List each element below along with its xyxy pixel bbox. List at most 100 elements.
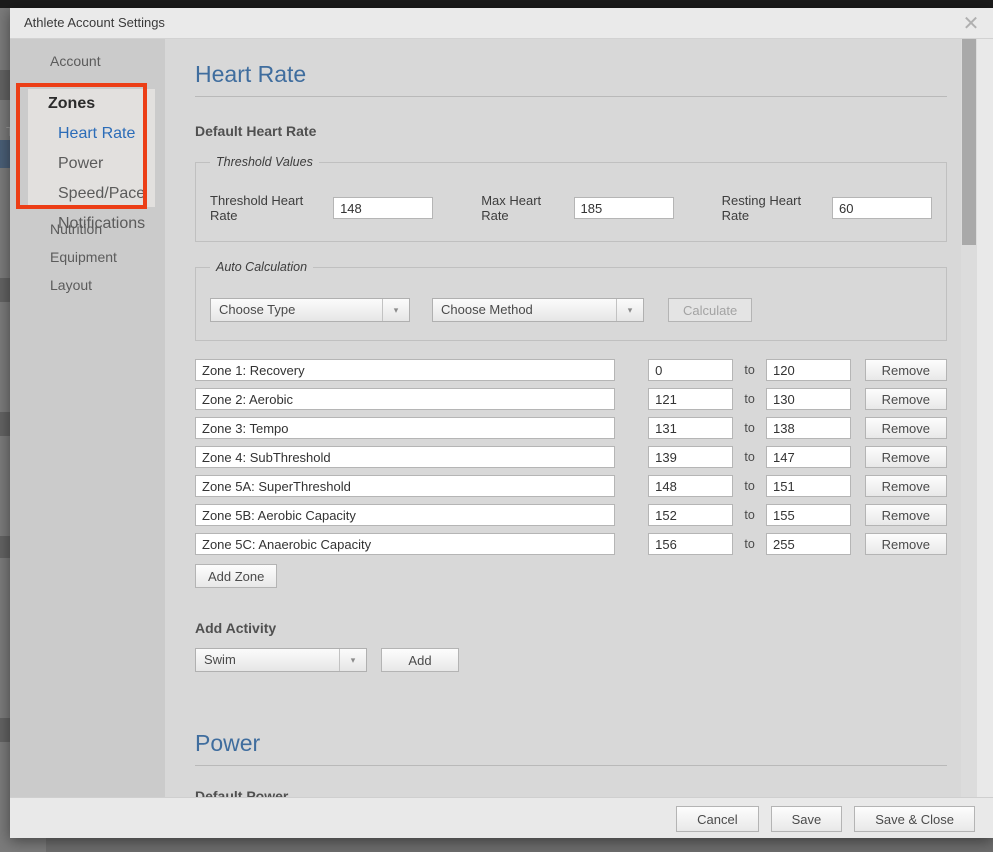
zone-row: to Remove — [195, 359, 948, 381]
zone-name-input[interactable] — [195, 417, 616, 439]
remove-zone-button[interactable]: Remove — [864, 446, 948, 468]
remove-zone-button[interactable]: Remove — [864, 533, 948, 555]
chevron-down-icon: ▾ — [382, 299, 409, 321]
zone-to-label: to — [744, 421, 755, 435]
auto-calculation-group: Auto Calculation Choose Type ▾ Choose Me… — [195, 260, 947, 341]
choose-type-value: Choose Type — [219, 302, 296, 317]
zone-rows-list: to Remove to Remove — [195, 359, 948, 555]
sidebar-item-zones[interactable]: Zones — [28, 89, 155, 119]
content-scrollbar-thumb[interactable] — [962, 39, 976, 245]
choose-type-select[interactable]: Choose Type ▾ — [210, 298, 410, 322]
resting-heart-rate-input[interactable] — [832, 197, 932, 219]
zone-to-label: to — [744, 537, 755, 551]
sidebar-top-nav: Account — [10, 47, 165, 75]
sidebar-item-account[interactable]: Account — [10, 47, 165, 75]
zone-row: to Remove — [195, 475, 948, 497]
activity-select[interactable]: Swim ▾ — [195, 648, 367, 672]
zone-name-input[interactable] — [195, 359, 616, 381]
remove-zone-button[interactable]: Remove — [864, 417, 948, 439]
zone-to-label: to — [744, 392, 755, 406]
zone-to-label: to — [744, 479, 755, 493]
auto-calculation-legend: Auto Calculation — [216, 260, 308, 274]
zone-to-label: to — [744, 508, 755, 522]
remove-zone-button[interactable]: Remove — [864, 504, 948, 526]
close-icon[interactable]: ✕ — [959, 12, 983, 36]
add-activity-title: Add Activity — [195, 620, 277, 636]
zone-from-input[interactable] — [648, 533, 734, 555]
remove-zone-button[interactable]: Remove — [864, 359, 948, 381]
backdrop-topbar — [0, 0, 993, 8]
modal-body: Account Zones Heart Rate Power Speed/Pac… — [10, 39, 993, 798]
power-section: Power Default Power — [195, 730, 947, 798]
zone-to-input[interactable] — [766, 359, 852, 381]
sidebar-item-nutrition[interactable]: Nutrition — [10, 215, 165, 243]
zone-to-input[interactable] — [766, 446, 852, 468]
sidebar: Account Zones Heart Rate Power Speed/Pac… — [10, 39, 165, 798]
threshold-values-group: Threshold Values Threshold Heart Rate Ma… — [195, 155, 947, 242]
zone-name-input[interactable] — [195, 504, 616, 526]
sidebar-group-zones: Zones Heart Rate Power Speed/Pace Notifi… — [28, 89, 155, 232]
calculate-button[interactable]: Calculate — [668, 298, 753, 322]
footer-actions: Cancel Save Save & Close — [676, 806, 975, 832]
add-activity-section: Add Activity Swim ▾ Add — [195, 620, 947, 672]
zone-to-label: to — [744, 450, 755, 464]
resting-heart-rate-label: Resting Heart Rate — [721, 193, 802, 223]
zone-name-input[interactable] — [195, 533, 616, 555]
power-divider — [195, 765, 947, 766]
zone-row: to Remove — [195, 533, 948, 555]
threshold-heart-rate-input[interactable] — [333, 197, 434, 219]
modal-footer: Cancel Save Save & Close — [10, 797, 993, 838]
sidebar-item-equipment[interactable]: Equipment — [10, 243, 165, 271]
save-and-close-button[interactable]: Save & Close — [854, 806, 975, 832]
choose-method-value: Choose Method — [441, 302, 533, 317]
power-title: Power — [195, 730, 261, 756]
zone-from-input[interactable] — [648, 388, 734, 410]
zone-to-input[interactable] — [766, 417, 852, 439]
remove-zone-button[interactable]: Remove — [864, 475, 948, 497]
zone-from-input[interactable] — [648, 504, 734, 526]
zone-from-input[interactable] — [648, 417, 734, 439]
chevron-down-icon: ▾ — [339, 649, 366, 671]
cancel-button[interactable]: Cancel — [676, 806, 759, 832]
sidebar-bottom-nav: Nutrition Equipment Layout — [10, 215, 165, 299]
add-activity-button[interactable]: Add — [381, 648, 459, 672]
threshold-values-legend: Threshold Values — [216, 155, 313, 169]
zone-name-input[interactable] — [195, 388, 616, 410]
zone-to-input[interactable] — [766, 388, 852, 410]
zone-from-input[interactable] — [648, 359, 734, 381]
add-zone-button[interactable]: Add Zone — [195, 564, 278, 588]
zone-row: to Remove — [195, 446, 948, 468]
zone-row: to Remove — [195, 417, 948, 439]
choose-method-select[interactable]: Choose Method ▾ — [432, 298, 644, 322]
zone-row: to Remove — [195, 504, 948, 526]
content-scrollbar-track[interactable] — [961, 39, 977, 798]
zone-name-input[interactable] — [195, 446, 616, 468]
chevron-down-icon: ▾ — [616, 299, 643, 321]
zone-to-label: to — [744, 363, 755, 377]
content-pane: Heart Rate Default Heart Rate Threshold … — [165, 39, 977, 798]
add-activity-row: Swim ▾ Add — [195, 648, 947, 672]
window-title: Athlete Account Settings — [24, 15, 165, 30]
sidebar-item-layout[interactable]: Layout — [10, 271, 165, 299]
heading-divider — [195, 96, 947, 97]
zone-from-input[interactable] — [648, 446, 734, 468]
sidebar-item-heart-rate[interactable]: Heart Rate — [28, 119, 155, 149]
threshold-heart-rate-label: Threshold Heart Rate — [210, 193, 304, 223]
zone-to-input[interactable] — [766, 533, 852, 555]
add-zone-wrapper: Add Zone — [195, 564, 947, 588]
zone-name-input[interactable] — [195, 475, 616, 497]
zone-from-input[interactable] — [648, 475, 734, 497]
save-button[interactable]: Save — [770, 806, 843, 832]
remove-zone-button[interactable]: Remove — [864, 388, 948, 410]
settings-modal: Athlete Account Settings ✕ Account Zones… — [10, 8, 993, 838]
max-heart-rate-input[interactable] — [573, 197, 674, 219]
page-title: Heart Rate — [195, 61, 307, 87]
section-subtitle-default-heart-rate: Default Heart Rate — [195, 123, 317, 139]
zone-to-input[interactable] — [766, 504, 852, 526]
sidebar-item-power[interactable]: Power — [28, 149, 155, 179]
zone-to-input[interactable] — [766, 475, 852, 497]
max-heart-rate-label: Max Heart Rate — [481, 193, 542, 223]
sidebar-item-speed-pace[interactable]: Speed/Pace — [28, 179, 155, 209]
activity-select-value: Swim — [204, 652, 236, 667]
modal-titlebar: Athlete Account Settings ✕ — [10, 8, 993, 39]
